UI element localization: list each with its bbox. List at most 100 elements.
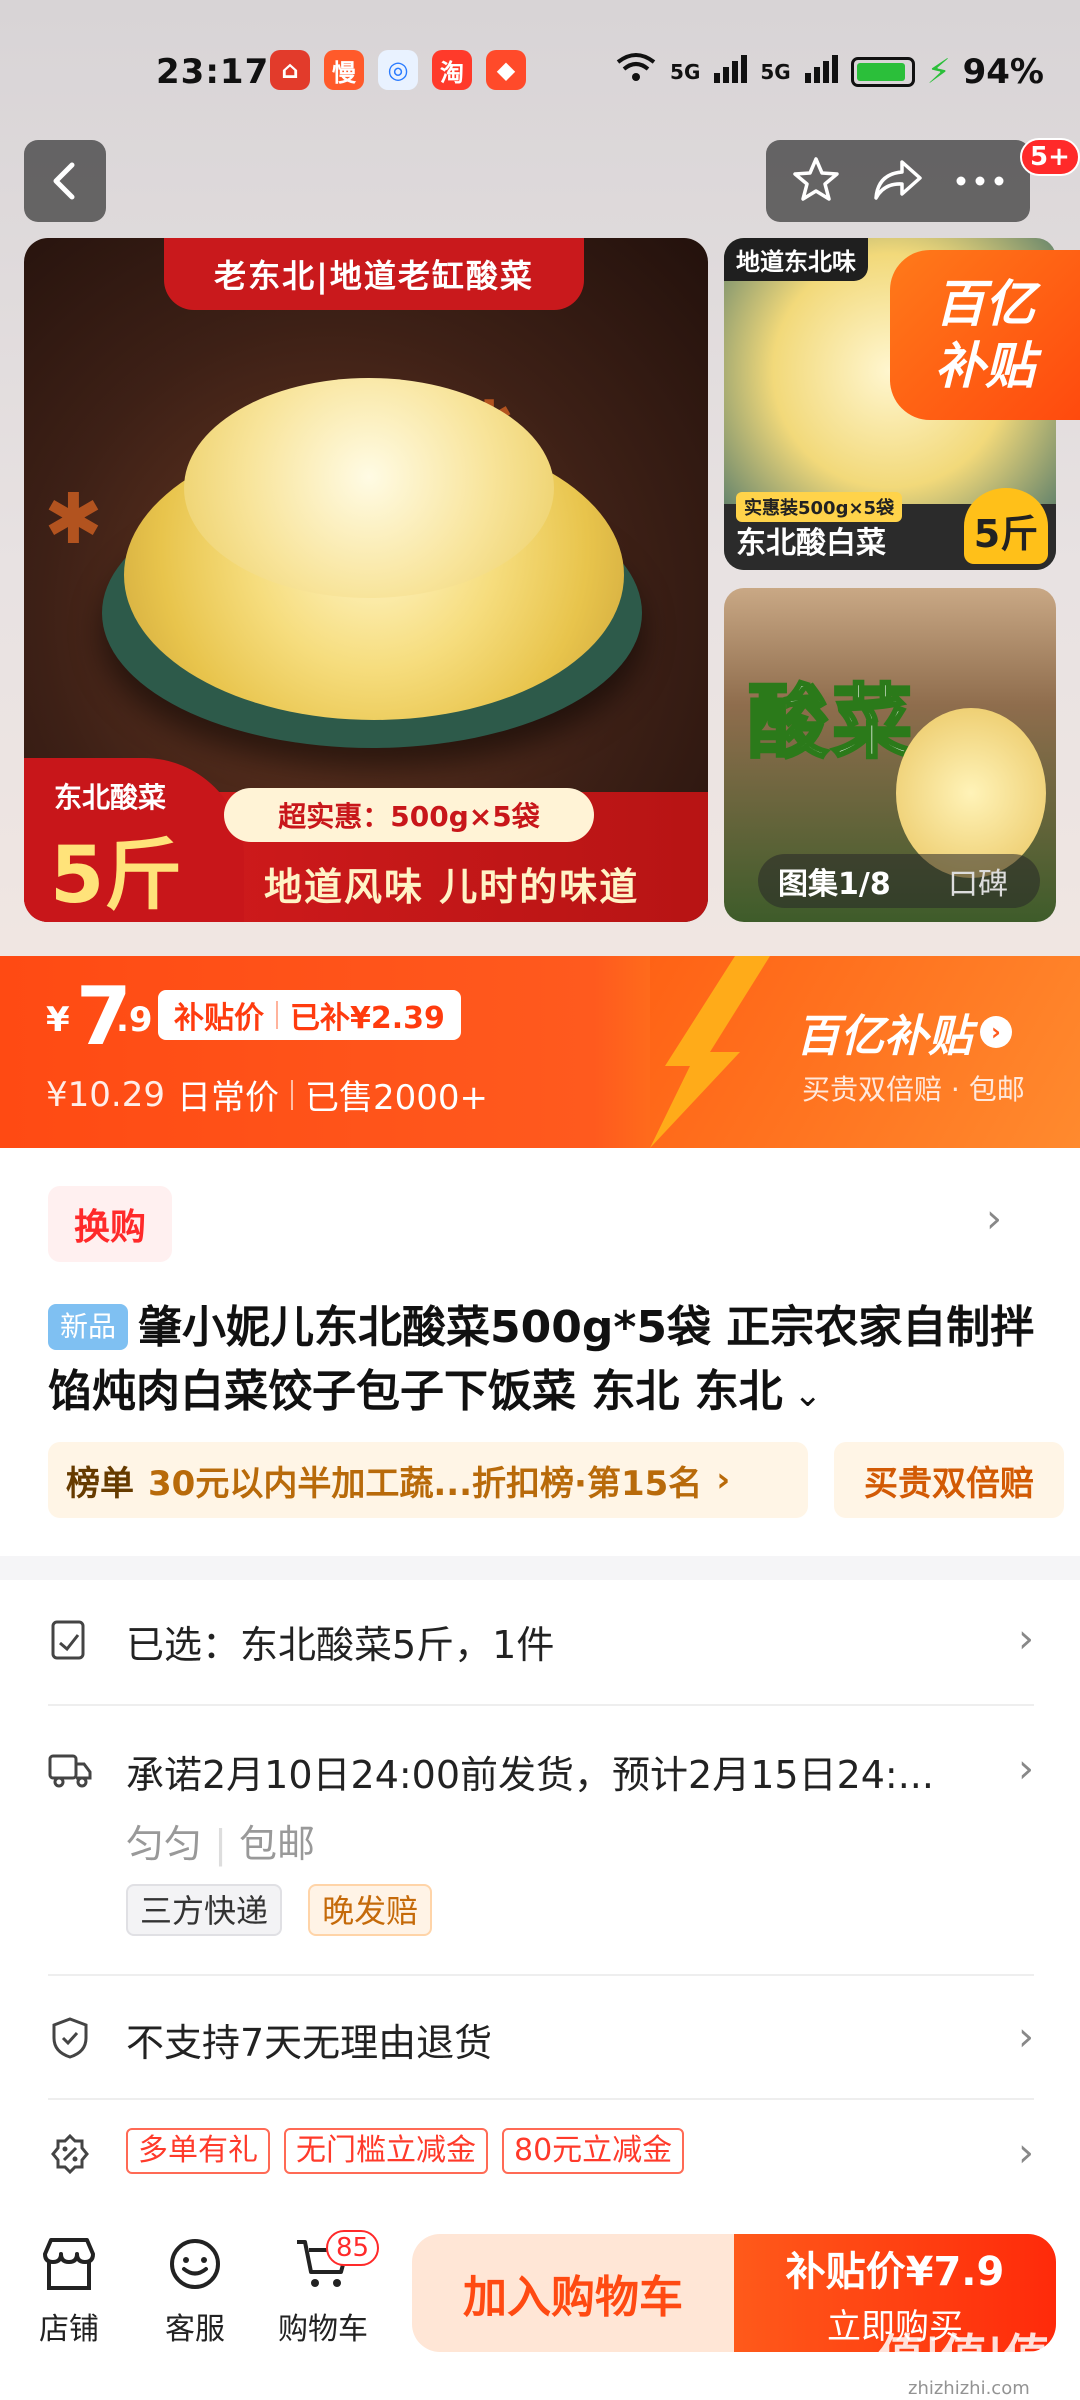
- subsidy-saved: 已补¥2.39: [290, 1001, 445, 1036]
- app-icon-1: ⌂: [270, 50, 310, 90]
- subsidy-line-1: 百亿: [935, 275, 1035, 333]
- lightning-decoration: [650, 956, 770, 1148]
- service-label: 客服: [165, 2312, 225, 2347]
- weight-badge-value: 5斤: [50, 831, 183, 921]
- signal-icon-1: [712, 52, 748, 92]
- shield-icon: [48, 2016, 92, 2060]
- shop-icon: [37, 2232, 101, 2296]
- main-product-image[interactable]: ✱ ✱ 老东北|地道老缸酸菜 东北酸菜 5斤 超实惠：500g×5袋 地道风味 …: [24, 238, 708, 922]
- signal-label-2: 5G: [760, 59, 791, 84]
- price-band: ¥ 7 .9 补贴价 已补¥2.39 ¥10.29 日常价 已售2000+ 百亿…: [0, 956, 1080, 1148]
- app-icon-3: ◎: [378, 50, 418, 90]
- buy-price: 补贴价¥7.9: [785, 2248, 1005, 2295]
- regular-price-label: 日常价: [176, 1078, 279, 1118]
- subsidy-price-label: 补贴价: [174, 1001, 264, 1036]
- service-nav[interactable]: 客服: [140, 2232, 250, 2348]
- shipping-row[interactable]: 承诺2月10日24:00前发货，预计2月15日24:... › 匀匀 | 包邮 …: [48, 1744, 1034, 1936]
- sold-count: 已售2000+: [304, 1078, 488, 1118]
- signal-icon-2: [803, 52, 839, 92]
- customer-service-icon: [163, 2232, 227, 2296]
- wifi-icon: [614, 50, 658, 93]
- subsidy-brand-link[interactable]: 百亿补贴 ›: [796, 1000, 1012, 1064]
- subsidy-brand-sub: 买贵双倍赔 · 包邮: [802, 1073, 1025, 1106]
- status-time: 23:17: [156, 52, 270, 92]
- chevron-left-icon: [53, 162, 75, 200]
- swap-chevron-icon[interactable]: ›: [986, 1196, 1002, 1242]
- ranking-banner[interactable]: 榜单 30元以内半加工蔬...折扣榜·第15名 ›: [48, 1442, 808, 1518]
- product-title[interactable]: 新品 肇小妮儿东北酸菜500g*5袋 正宗农家自制拌馅炖肉白菜饺子包子下饭菜 东北…: [48, 1296, 1048, 1427]
- expand-chevron-icon[interactable]: ⌄: [783, 1375, 822, 1415]
- battery-icon: [850, 56, 915, 87]
- shipping-origin: 匀匀 | 包邮: [126, 1822, 316, 1866]
- section-divider: [0, 1556, 1080, 1580]
- origin-text: 匀匀: [126, 1822, 203, 1866]
- top-action-group: [766, 140, 1030, 222]
- double-pay-tag[interactable]: 买贵双倍赔: [834, 1442, 1064, 1518]
- add-to-cart-button[interactable]: 加入购物车: [412, 2234, 734, 2352]
- subsidy-badge: 百亿 补贴: [890, 250, 1080, 420]
- swap-purchase-tag[interactable]: 换购: [48, 1186, 172, 1262]
- thumb1-weight: 5斤: [964, 488, 1048, 564]
- thumb2-food-shape: [896, 708, 1046, 878]
- thumb1-name: 东北酸白菜: [736, 526, 886, 561]
- sauerkraut-top-shape: [184, 378, 554, 598]
- status-bar: 23:17 ⌂ 慢 ◎ 淘 ◆ 5G 5G ⚡ 94%: [0, 40, 1080, 104]
- chevron-right-circle-icon: ›: [980, 1016, 1012, 1048]
- signal-label-1: 5G: [670, 59, 701, 84]
- rank-text: 30元以内半加工蔬...折扣榜·第15名: [148, 1463, 703, 1504]
- selected-spec-row[interactable]: 已选：东北酸菜5斤，1件 ›: [48, 1614, 1034, 1669]
- regular-price: ¥10.29: [46, 1074, 165, 1115]
- status-right: 5G 5G ⚡ 94%: [614, 50, 1044, 93]
- shipping-chips: 三方快递 晚发赔: [126, 1884, 446, 1936]
- row-separator-3: [48, 2098, 1034, 2100]
- reviews-link[interactable]: 口碑: [928, 859, 1008, 903]
- truck-icon: [48, 1748, 92, 1792]
- back-button[interactable]: [24, 140, 106, 222]
- product-title-text: 肇小妮儿东北酸菜500g*5袋 正宗农家自制拌馅炖肉白菜饺子包子下饭菜 东北 东…: [48, 1302, 1035, 1417]
- gallery-counter[interactable]: 图集1/8 口碑: [758, 854, 1040, 908]
- favorite-star-icon[interactable]: [791, 154, 841, 208]
- rank-chevron-icon: ›: [716, 1460, 731, 1500]
- app-icon-4: 淘: [432, 50, 472, 90]
- row-separator: [48, 1704, 1034, 1706]
- gallery-count: 图集1/8: [778, 867, 891, 902]
- returns-text: 不支持7天无理由退货: [126, 2021, 493, 2065]
- coupon-no-threshold: 无门槛立减金: [284, 2128, 488, 2174]
- message-badge: 5+: [1020, 138, 1080, 176]
- watermark: 值|值|值: [878, 2329, 1050, 2383]
- rank-label: 榜单: [66, 1463, 134, 1504]
- anise-decoration: ✱: [44, 478, 103, 560]
- app-icon-2: 慢: [324, 50, 364, 90]
- new-tag: 新品: [48, 1304, 129, 1350]
- shop-label: 店铺: [39, 2312, 99, 2347]
- late-compensation-chip: 晚发赔: [308, 1884, 433, 1936]
- cart-count-badge: 85: [326, 2230, 380, 2266]
- main-banner: 老东北|地道老缸酸菜: [164, 238, 584, 310]
- promotions-chevron-icon: ›: [1018, 2130, 1034, 2176]
- discount-icon: [48, 2132, 92, 2176]
- notification-icons: ⌂ 慢 ◎ 淘 ◆: [270, 50, 526, 90]
- charging-icon: ⚡: [926, 51, 951, 92]
- row-separator-2: [48, 1974, 1034, 1976]
- selected-doc-icon: [48, 1618, 92, 1662]
- thumbnail-2[interactable]: 酸菜 图集1/8 口碑: [724, 588, 1056, 922]
- selected-text: 已选：东北酸菜5斤，1件: [126, 1623, 555, 1667]
- returns-row[interactable]: 不支持7天无理由退货 ›: [48, 2012, 1034, 2067]
- express-chip: 三方快递: [126, 1884, 283, 1936]
- spec-pill: 超实惠：500g×5袋: [224, 788, 594, 842]
- battery-percent: 94%: [962, 51, 1044, 92]
- share-icon[interactable]: [872, 156, 924, 206]
- thumb2-title: 酸菜: [747, 675, 916, 771]
- coupon-80: 80元立减金: [502, 2128, 685, 2174]
- price-decimal: .9: [116, 1000, 153, 1040]
- promotions-row[interactable]: 多单有礼 无门槛立减金 80元立减金 ›: [48, 2128, 1034, 2176]
- shop-nav[interactable]: 店铺: [14, 2232, 124, 2348]
- more-icon[interactable]: [955, 172, 1005, 191]
- subsidy-line-2: 补贴: [935, 337, 1035, 395]
- coupon-multi-order: 多单有礼: [126, 2128, 270, 2174]
- main-slogan: 地道风味 儿时的味道: [264, 865, 640, 909]
- weight-badge-label: 东北酸菜: [54, 781, 167, 814]
- price-secondary: ¥10.29 日常价 已售2000+: [46, 1070, 488, 1119]
- subsidy-price-tag: 补贴价 已补¥2.39: [158, 990, 461, 1040]
- shipping-chevron-icon: ›: [1018, 1746, 1034, 1792]
